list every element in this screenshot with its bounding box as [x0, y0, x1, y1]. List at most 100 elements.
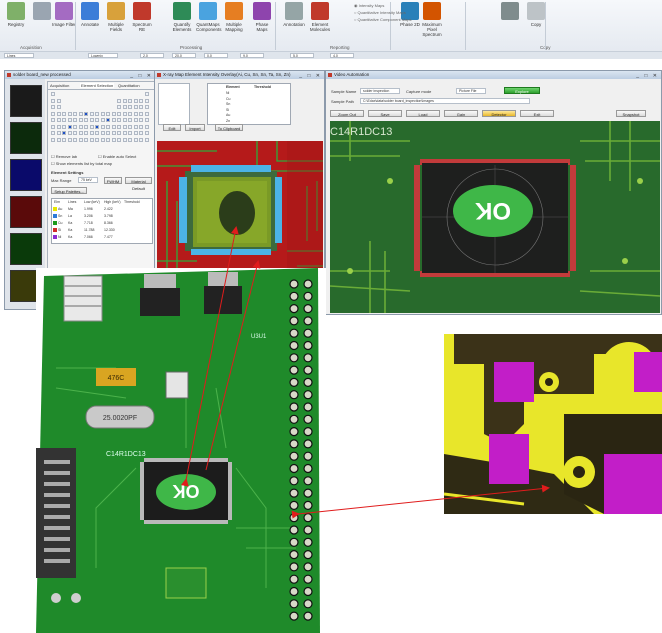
periodic-cell[interactable]: [56, 137, 61, 142]
snapshot-button[interactable]: Snapshot: [616, 110, 646, 117]
periodic-cell[interactable]: [100, 118, 105, 122]
param-field-5[interactable]: 5.0: [290, 53, 314, 58]
periodic-cell[interactable]: [122, 137, 127, 142]
periodic-cell[interactable]: [111, 111, 116, 116]
periodic-cell[interactable]: [78, 118, 83, 122]
periodic-cell[interactable]: [117, 118, 121, 122]
periodic-cell[interactable]: [73, 111, 77, 116]
periodic-cell[interactable]: [111, 124, 116, 129]
periodic-cell[interactable]: [139, 105, 143, 109]
lowmix-field[interactable]: Lowmix: [88, 53, 118, 58]
image-list[interactable]: [158, 83, 190, 125]
tab-quantitation[interactable]: Quantitation: [118, 83, 140, 88]
periodic-cell[interactable]: [78, 131, 83, 135]
periodic-cell[interactable]: [106, 124, 110, 129]
window-controls[interactable]: _ □ ✕: [299, 72, 322, 79]
periodic-cell[interactable]: [73, 137, 77, 142]
element-row[interactable]: Sn: [226, 102, 230, 106]
periodic-cell[interactable]: [144, 111, 149, 116]
periodic-cell[interactable]: [133, 111, 138, 116]
check-auto-select[interactable]: ☐ Enable auto Select: [98, 154, 136, 159]
periodic-cell[interactable]: [84, 124, 88, 129]
periodic-cell[interactable]: [144, 92, 149, 96]
table-row[interactable]: Ni Ka 7.066 7.477: [52, 234, 152, 241]
video-toolbar-button[interactable]: Zoom Out: [330, 110, 364, 117]
check-remove-lab[interactable]: ☐ Remove lab: [51, 154, 77, 159]
to-clipboard-button[interactable]: To Clipboard: [215, 124, 243, 131]
window-controls[interactable]: _ □ ✕: [636, 72, 659, 79]
lines-field[interactable]: Lines: [4, 53, 34, 58]
periodic-table[interactable]: [51, 92, 151, 148]
periodic-cell[interactable]: [56, 118, 61, 122]
table-row[interactable]: Cu Ka 7.718 8.366: [52, 220, 152, 227]
periodic-cell[interactable]: [67, 118, 72, 122]
ribbon-button-5[interactable]: Multiple Fields: [104, 2, 128, 32]
periodic-cell[interactable]: [51, 137, 55, 142]
periodic-cell[interactable]: [128, 98, 132, 103]
ribbon-button-1[interactable]: Registry: [4, 2, 28, 27]
periodic-cell[interactable]: [144, 98, 149, 103]
param-field-1[interactable]: 2.0: [140, 53, 164, 58]
periodic-cell[interactable]: [56, 111, 61, 116]
param-field-3[interactable]: 0.0: [204, 53, 228, 58]
periodic-cell[interactable]: [84, 111, 88, 116]
periodic-cell[interactable]: [139, 131, 143, 135]
periodic-cell[interactable]: [95, 137, 99, 142]
option-intensity-maps[interactable]: ◉ Intensity Maps: [354, 3, 384, 8]
periodic-cell[interactable]: [111, 137, 116, 142]
periodic-cell[interactable]: [144, 137, 149, 142]
setup-palettes-button[interactable]: Setup Palettes...: [51, 187, 87, 194]
param-field-4[interactable]: 9.0: [240, 53, 264, 58]
ribbon-button-9[interactable]: Multiple Mapping: [222, 2, 246, 32]
sample-name-input[interactable]: solder inspection: [360, 88, 400, 94]
periodic-cell[interactable]: [95, 131, 99, 135]
periodic-cell[interactable]: [122, 131, 127, 135]
periodic-cell[interactable]: [106, 118, 110, 122]
periodic-cell[interactable]: [51, 98, 55, 103]
max-range-field[interactable]: 75 keV: [78, 177, 98, 183]
periodic-cell[interactable]: [128, 137, 132, 142]
periodic-cell[interactable]: [128, 111, 132, 116]
periodic-cell[interactable]: [62, 137, 66, 142]
periodic-cell[interactable]: [89, 131, 94, 135]
window-controls[interactable]: _ □ ✕: [130, 72, 153, 79]
element-row[interactable]: Si: [226, 108, 229, 112]
explore-button[interactable]: Explore: [504, 87, 540, 94]
table-row[interactable]: Sn La 3.206 3.798: [52, 213, 152, 220]
video-toolbar-button[interactable]: Gain: [444, 110, 478, 117]
ribbon-button-8[interactable]: QuantMaps Components: [196, 2, 222, 32]
periodic-cell[interactable]: [56, 98, 61, 103]
periodic-cell[interactable]: [144, 118, 149, 122]
periodic-cell[interactable]: [133, 124, 138, 129]
periodic-cell[interactable]: [111, 118, 116, 122]
ribbon-button-10[interactable]: Phase Maps: [250, 2, 274, 32]
periodic-cell[interactable]: [67, 124, 72, 129]
periodic-cell[interactable]: [62, 111, 66, 116]
periodic-cell[interactable]: [106, 111, 110, 116]
periodic-cell[interactable]: [62, 131, 66, 135]
video-toolbar-button[interactable]: Exit: [520, 110, 554, 117]
material-default-button[interactable]: Material Default: [125, 177, 152, 191]
periodic-cell[interactable]: [100, 137, 105, 142]
map-thumbnail[interactable]: [10, 233, 42, 265]
periodic-cell[interactable]: [51, 131, 55, 135]
ribbon-button-4[interactable]: Annotate: [78, 2, 102, 27]
fwhm-button[interactable]: FWHM: [104, 177, 122, 184]
periodic-cell[interactable]: [144, 105, 149, 109]
periodic-cell[interactable]: [133, 131, 138, 135]
periodic-cell[interactable]: [51, 111, 55, 116]
ribbon-button-6[interactable]: Spectrum RE: [130, 2, 154, 32]
periodic-cell[interactable]: [122, 118, 127, 122]
periodic-cell[interactable]: [122, 124, 127, 129]
table-row[interactable]: Si Ka 11.788 12.330: [52, 227, 152, 234]
map-thumbnail[interactable]: [10, 159, 42, 191]
periodic-cell[interactable]: [128, 124, 132, 129]
video-toolbar-button[interactable]: Detector: [482, 110, 516, 117]
periodic-cell[interactable]: [56, 105, 61, 109]
periodic-cell[interactable]: [133, 98, 138, 103]
periodic-cell[interactable]: [144, 131, 149, 135]
element-row[interactable]: Zn: [226, 119, 230, 123]
periodic-cell[interactable]: [106, 137, 110, 142]
periodic-cell[interactable]: [73, 131, 77, 135]
periodic-cell[interactable]: [78, 124, 83, 129]
